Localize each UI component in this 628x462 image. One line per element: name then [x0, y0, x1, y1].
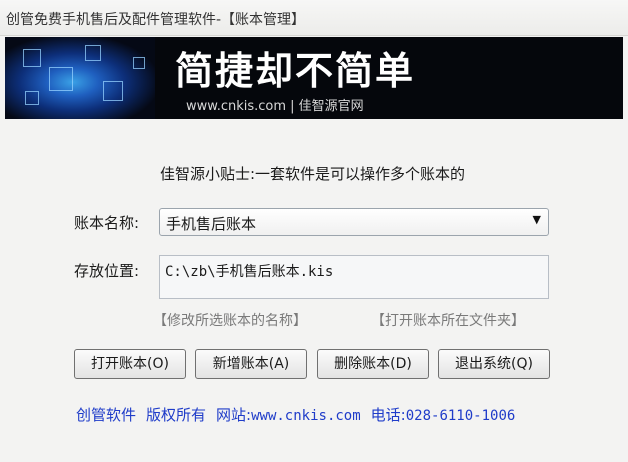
- rename-account-link[interactable]: 【修改所选账本的名称】: [153, 310, 307, 330]
- delete-account-button[interactable]: 删除账本(D): [317, 349, 429, 379]
- footer-site[interactable]: www.cnkis.com: [251, 408, 361, 424]
- storage-path-label: 存放位置:: [74, 262, 140, 280]
- open-folder-link[interactable]: 【打开账本所在文件夹】: [371, 310, 525, 330]
- footer-copyright: 版权所有: [146, 406, 207, 424]
- banner-site: www.cnkis.com | 佳智源官网: [186, 99, 364, 114]
- exit-system-button[interactable]: 退出系统(Q): [438, 349, 550, 379]
- footer-phone: 028-6110-1006: [405, 408, 516, 424]
- open-account-button[interactable]: 打开账本(O): [74, 349, 186, 379]
- storage-path-field[interactable]: C:\zb\手机售后账本.kis: [159, 255, 549, 299]
- footer: 创管软件 版权所有 网站:www.cnkis.com 电话:028-6110-1006: [76, 404, 515, 425]
- add-account-button[interactable]: 新增账本(A): [195, 349, 307, 379]
- footer-company: 创管软件: [76, 406, 137, 424]
- footer-site-label: 网站:: [216, 406, 252, 424]
- banner-slogan: 简捷却不简单: [175, 48, 416, 93]
- account-name-value: 手机售后账本: [166, 215, 257, 233]
- account-name-select[interactable]: 手机售后账本 ▼: [159, 208, 549, 236]
- storage-path-value: C:\zb\手机售后账本.kis: [165, 264, 334, 280]
- tip-text: 佳智源小贴士:一套软件是可以操作多个账本的: [160, 165, 466, 183]
- account-name-label: 账本名称:: [74, 214, 140, 232]
- title-bar: 创管免费手机售后及配件管理软件-【账本管理】: [0, 0, 628, 36]
- footer-phone-label: 电话:: [370, 406, 406, 424]
- banner: 简捷却不简单 www.cnkis.com | 佳智源官网: [5, 37, 623, 119]
- chevron-down-icon[interactable]: ▼: [533, 213, 541, 226]
- window-title: 创管免费手机售后及配件管理软件-【账本管理】: [6, 12, 306, 28]
